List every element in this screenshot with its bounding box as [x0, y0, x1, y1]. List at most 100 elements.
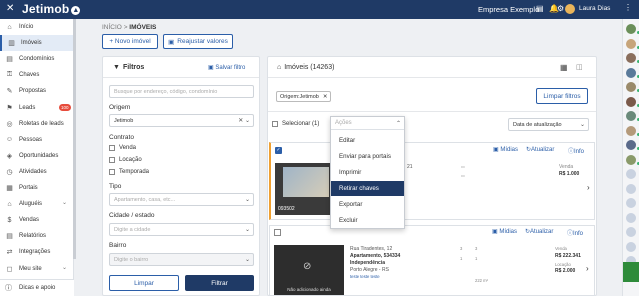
select-all-checkbox[interactable]: Selecionar (1): [272, 121, 319, 127]
filter-button[interactable]: Filtrar: [185, 275, 254, 291]
checkbox-icon[interactable]: [274, 229, 281, 236]
checkbox-icon[interactable]: [109, 169, 115, 175]
sidebar-item-key[interactable]: ⚿ Chaves: [0, 67, 73, 83]
property-link[interactable]: teste teste teste: [350, 274, 380, 279]
action-edit[interactable]: Editar: [331, 133, 404, 148]
filters-title-text: Filtros: [122, 64, 145, 71]
contact-avatar[interactable]: [626, 212, 636, 223]
chevron-down-icon[interactable]: ⌄: [245, 226, 250, 233]
save-filter-button[interactable]: ▣ Salvar filtro: [208, 64, 245, 71]
contact-avatar[interactable]: [626, 111, 636, 121]
sidebar-item-condo[interactable]: ▤ Condomínios: [0, 51, 73, 67]
sidebar-item-sales[interactable]: $ Vendas: [0, 212, 73, 228]
update-button[interactable]: ↻Atualizar: [526, 146, 554, 153]
sidebar-item-building[interactable]: ▥ Imóveis: [0, 35, 73, 52]
contact-avatar[interactable]: [626, 169, 636, 179]
adjust-values-button[interactable]: ▣ Reajustar valores: [163, 34, 233, 49]
sidebar-item-roulette[interactable]: ◎ Roletas de leads: [0, 116, 73, 132]
action-withdraw-keys[interactable]: Retirar chaves: [331, 181, 404, 196]
camera-icon[interactable]: ◫: [576, 63, 583, 71]
chevron-down-icon[interactable]: ⌄: [62, 264, 67, 271]
clear-filters-button[interactable]: Limpar filtros: [536, 88, 588, 104]
property-photo[interactable]: ⊘ Não adicionado ainda: [274, 245, 344, 295]
sidebar-item-site[interactable]: ◻ Meu site ⌄: [0, 261, 73, 277]
sidebar-item-opportunity[interactable]: ◈ Oportunidades: [0, 148, 73, 164]
chevron-up-icon[interactable]: ⌃: [396, 120, 401, 127]
contact-avatar[interactable]: [626, 125, 636, 136]
checkbox-checked-icon[interactable]: ✓: [275, 147, 282, 154]
settings-icon[interactable]: ⚙: [557, 3, 564, 15]
breadcrumb-root[interactable]: INÍCIO: [102, 24, 122, 31]
actions-dropdown[interactable]: Ações ⌃ Editar Enviar para portais Impri…: [330, 116, 405, 229]
sidebar-footer[interactable]: ⓘ Dicas e apoio: [0, 279, 74, 296]
chevron-down-icon[interactable]: ⌄: [245, 196, 250, 203]
chevron-right-icon[interactable]: ›: [587, 183, 590, 192]
info-button[interactable]: ⓘInfo: [567, 228, 583, 237]
contact-avatar[interactable]: [626, 227, 636, 237]
district-input[interactable]: Digite o bairro ⌄: [109, 253, 254, 266]
brand-logo[interactable]: Jetimob ▲: [22, 2, 81, 16]
contact-avatar[interactable]: [626, 38, 636, 49]
contact-avatar[interactable]: [626, 53, 636, 63]
company-name[interactable]: Empresa Exemplo: [478, 5, 539, 14]
chevron-down-icon[interactable]: ⌄: [580, 121, 585, 128]
whatsapp-icon[interactable]: [623, 262, 639, 282]
contact-avatar[interactable]: [626, 67, 636, 78]
chat-icon[interactable]: ▤: [536, 3, 544, 15]
checkbox-icon[interactable]: [272, 121, 278, 127]
close-icon[interactable]: ✕: [323, 94, 328, 100]
clear-button[interactable]: Limpar: [109, 275, 179, 291]
contact-avatar[interactable]: [626, 140, 636, 150]
sidebar-item-activity[interactable]: ◷ Atividades: [0, 164, 73, 180]
sidebar-scrollbar[interactable]: [73, 19, 76, 259]
sidebar-item-integration[interactable]: ⇄ Integrações: [0, 244, 73, 260]
origin-select[interactable]: Jetimob ✕ ⌄: [109, 114, 254, 127]
action-print[interactable]: Imprimir: [331, 165, 404, 180]
info-button[interactable]: ⓘInfo: [568, 146, 584, 155]
checkbox-icon[interactable]: [109, 145, 115, 151]
contract-checkbox-season[interactable]: Temporada: [109, 169, 149, 175]
sidebar-item-portal[interactable]: ▦ Portais: [0, 180, 73, 196]
chevron-down-icon[interactable]: ⌄: [245, 256, 250, 263]
contact-avatar[interactable]: [626, 154, 636, 165]
update-button[interactable]: ↻Atualizar: [525, 228, 553, 235]
avatar[interactable]: [565, 4, 575, 14]
more-icon[interactable]: ⋮: [624, 3, 632, 12]
sidebar-item-proposal[interactable]: ✎ Propostas: [0, 83, 73, 99]
contact-avatar[interactable]: [626, 24, 636, 34]
contact-avatar[interactable]: [626, 82, 636, 92]
search-input[interactable]: Busque por endereço, código, condomínio: [109, 85, 254, 98]
sidebar-item-rent[interactable]: ⌂ Aluguéis ⌄: [0, 196, 73, 212]
property-card[interactable]: ✓ 093502 ▣ Mídias ↻Atualizar ⓘInfo 21 ▭ …: [269, 142, 595, 220]
sidebar-item-home[interactable]: ⌂ Início: [0, 19, 73, 35]
type-select[interactable]: Apartamento, casa, etc... ⌄: [109, 193, 254, 206]
sort-select[interactable]: Data de atualização ⌄: [508, 118, 589, 131]
user-name[interactable]: Laura Dias: [579, 5, 610, 12]
media-button[interactable]: ▣ Mídias: [493, 146, 518, 153]
city-input[interactable]: Digite a cidade ⌄: [109, 223, 254, 236]
action-export[interactable]: Exportar: [331, 197, 404, 212]
contact-avatar[interactable]: [626, 241, 636, 252]
filter-chip[interactable]: Origem:Jetimob ✕: [276, 91, 332, 102]
contact-avatar[interactable]: [626, 96, 636, 107]
contract-checkbox-sale[interactable]: Venda: [109, 145, 136, 151]
new-property-button[interactable]: + Novo imóvel: [102, 34, 158, 49]
actions-select[interactable]: Ações ⌃: [331, 117, 404, 130]
menu-icon[interactable]: ✕: [6, 3, 14, 15]
chevron-down-icon[interactable]: ⌄: [62, 199, 67, 206]
sidebar-item-leads[interactable]: ⚑ Leads 100: [0, 100, 73, 116]
action-send-portals[interactable]: Enviar para portais: [331, 149, 404, 164]
checkbox-icon[interactable]: [109, 157, 115, 163]
contact-avatar[interactable]: [626, 183, 636, 194]
property-photo[interactable]: 093502: [275, 163, 333, 215]
sidebar-item-people[interactable]: ☺ Pessoas: [0, 132, 73, 148]
clear-chevron-icon[interactable]: ✕ ⌄: [238, 117, 250, 124]
action-delete[interactable]: Excluir: [331, 213, 404, 228]
chevron-right-icon[interactable]: ›: [586, 264, 589, 273]
media-button[interactable]: ▣ Mídias: [492, 228, 517, 235]
contract-checkbox-rent[interactable]: Locação: [109, 157, 142, 163]
sidebar-item-report[interactable]: ▤ Relatórios: [0, 228, 73, 244]
property-card[interactable]: ⊘ Não adicionado ainda ▣ Mídias ↻Atualiz…: [269, 225, 595, 296]
table-view-icon[interactable]: ▦: [560, 63, 568, 72]
contact-avatar[interactable]: [626, 198, 636, 208]
